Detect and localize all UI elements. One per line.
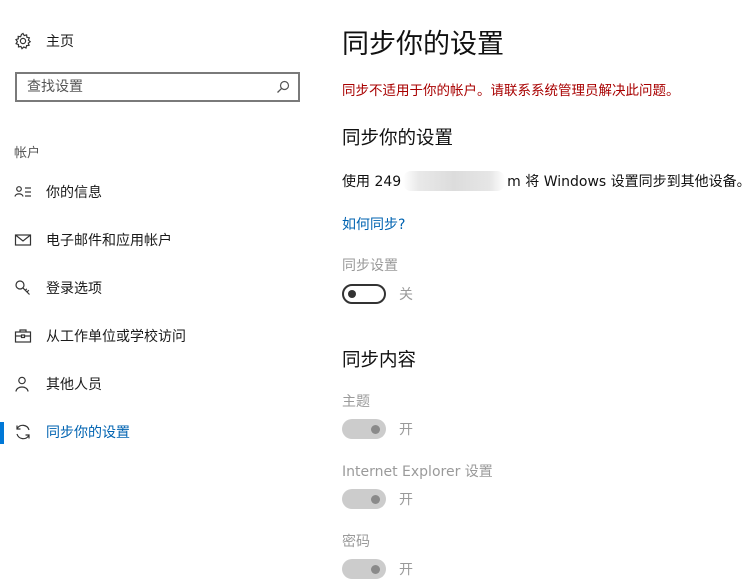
search-icon[interactable]: [268, 74, 298, 100]
accounts-section-label: 帐户: [14, 146, 41, 161]
sync-account-suffix: m 将 Windows 设置同步到其他设备。: [507, 174, 748, 190]
sidebar-item-label: 从工作单位或学校访问: [46, 329, 186, 345]
passwords-label: 密码: [342, 534, 370, 550]
toggle-state-label: 开: [399, 422, 413, 438]
passwords-toggle[interactable]: [342, 559, 386, 579]
toggle-knob: [371, 565, 380, 574]
sidebar-item-label: 登录选项: [46, 281, 102, 297]
mail-icon: [14, 234, 32, 246]
sync-error-message: 同步不适用于你的帐户。请联系系统管理员解决此问题。: [342, 83, 680, 99]
redacted-account: [403, 171, 506, 191]
gear-icon: [15, 32, 32, 50]
sync-account-text: 使用 249 m 将 Windows 设置同步到其他设备。: [342, 171, 748, 191]
sidebar-item-label: 电子邮件和应用帐户: [46, 233, 172, 249]
main-content: 同步你的设置 同步不适用于你的帐户。请联系系统管理员解决此问题。 同步你的设置 …: [342, 0, 748, 584]
toggle-state-label: 开: [399, 562, 413, 578]
search-input[interactable]: [17, 74, 268, 100]
section-title-content: 同步内容: [342, 350, 417, 371]
ie-settings-label: Internet Explorer 设置: [342, 464, 493, 480]
ie-settings-toggle[interactable]: [342, 489, 386, 509]
sync-settings-toggle[interactable]: [342, 284, 386, 304]
home-nav-item[interactable]: 主页: [14, 29, 74, 53]
how-sync-link[interactable]: 如何同步?: [342, 214, 405, 234]
settings-search-box: [15, 72, 300, 102]
sidebar-item-label: 你的信息: [46, 185, 102, 201]
sidebar-item-your-info[interactable]: 你的信息: [0, 172, 322, 212]
ie-settings-toggle-row: 开: [342, 488, 413, 510]
passwords-toggle-row: 开: [342, 558, 413, 580]
section-title-sync: 同步你的设置: [342, 128, 454, 149]
sidebar-item-label: 其他人员: [46, 377, 102, 393]
sidebar-item-email-accounts[interactable]: 电子邮件和应用帐户: [0, 220, 322, 260]
toggle-knob: [348, 290, 356, 298]
toggle-state-label: 关: [399, 287, 413, 303]
active-indicator: [0, 422, 4, 444]
sync-settings-label: 同步设置: [342, 258, 398, 274]
sidebar: 主页 帐户 你的信息: [0, 0, 322, 584]
key-icon: [15, 280, 30, 295]
sidebar-item-sync-settings[interactable]: 同步你的设置: [0, 412, 322, 452]
sync-settings-toggle-row: 关: [342, 283, 413, 305]
theme-label: 主题: [342, 394, 370, 410]
toggle-state-label: 开: [399, 492, 413, 508]
sync-icon: [16, 424, 30, 440]
toggle-knob: [371, 425, 380, 434]
person-icon: [15, 376, 29, 392]
sync-account-prefix: 使用 249: [342, 174, 402, 190]
sidebar-item-other-people[interactable]: 其他人员: [0, 364, 322, 404]
theme-toggle-row: 开: [342, 418, 413, 440]
briefcase-icon: [14, 329, 32, 343]
sidebar-item-sign-in-options[interactable]: 登录选项: [0, 268, 322, 308]
page-title: 同步你的设置: [342, 29, 504, 60]
person-info-icon: [14, 186, 31, 197]
sidebar-item-work-school[interactable]: 从工作单位或学校访问: [0, 316, 322, 356]
sidebar-item-label: 同步你的设置: [46, 425, 130, 441]
toggle-knob: [371, 495, 380, 504]
theme-toggle[interactable]: [342, 419, 386, 439]
home-label: 主页: [46, 34, 74, 50]
